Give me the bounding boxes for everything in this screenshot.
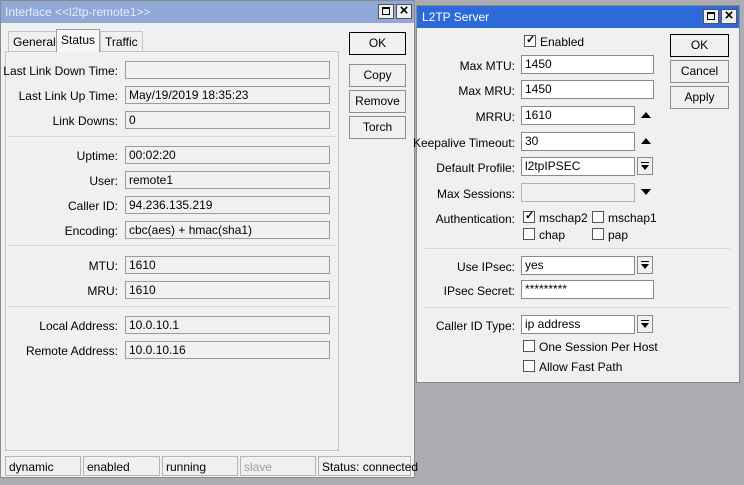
torch-button[interactable]: Torch — [349, 116, 406, 139]
mrru-input[interactable]: 1610 — [521, 106, 635, 125]
statusbar-enabled: enabled — [83, 456, 160, 476]
caller-id-field: 94.236.135.219 — [125, 196, 330, 214]
last-link-down-time-field — [125, 61, 330, 79]
close-icon: × — [724, 7, 734, 24]
maximize-icon — [707, 12, 715, 20]
enabled-label: Enabled — [540, 35, 585, 49]
dropdown-icon — [641, 162, 649, 170]
statusbar-dynamic: dynamic — [5, 456, 81, 476]
keepalive-timeout-label: Keepalive Timeout: — [412, 136, 515, 150]
keepalive-collapse-arrow-icon[interactable] — [641, 138, 651, 144]
last-link-up-time-label: Last Link Up Time: — [18, 89, 118, 103]
copy-button[interactable]: Copy — [349, 64, 406, 87]
chap-label: chap — [539, 228, 566, 242]
caller-id-type-dropdown-button[interactable] — [637, 315, 653, 333]
link-downs-field: 0 — [125, 111, 330, 129]
separator — [425, 307, 730, 308]
statusbar-slave: slave — [240, 456, 316, 476]
mschap2-label: mschap2 — [539, 211, 588, 225]
max-mru-input[interactable]: 1450 — [521, 80, 654, 99]
interface-close-button[interactable]: × — [396, 2, 412, 19]
max-mru-label: Max MRU: — [458, 84, 515, 98]
dropdown-icon — [641, 320, 649, 328]
maximize-icon — [382, 7, 390, 15]
mru-field: 1610 — [125, 281, 330, 299]
statusbar-running: running — [162, 456, 238, 476]
remote-address-label: Remote Address: — [25, 344, 118, 358]
pap-checkbox[interactable] — [592, 228, 604, 240]
separator — [8, 245, 336, 246]
max-sessions-expand-arrow-icon[interactable] — [641, 189, 651, 195]
link-downs-label: Link Downs: — [52, 114, 118, 128]
encoding-field: cbc(aes) + hmac(sha1) — [125, 221, 330, 239]
mschap1-label: mschap1 — [608, 211, 657, 225]
mrru-label: MRRU: — [475, 110, 515, 124]
ok-button[interactable]: OK — [349, 32, 406, 55]
use-ipsec-label: Use IPsec: — [456, 260, 515, 274]
last-link-up-time-field: May/19/2019 18:35:23 — [125, 86, 330, 104]
use-ipsec-select[interactable]: yes — [521, 256, 635, 275]
l2tp-server-window: L2TP Server × OK Cancel Apply Enabled Ma… — [412, 5, 740, 383]
one-session-per-host-label: One Session Per Host — [539, 340, 658, 354]
mrru-collapse-arrow-icon[interactable] — [641, 112, 651, 118]
interface-window-title: Interface <<l2tp-remote1>> — [5, 5, 151, 19]
uptime-field: 00:02:20 — [125, 146, 330, 164]
remove-button[interactable]: Remove — [349, 90, 406, 113]
l2tp-cancel-button[interactable]: Cancel — [670, 60, 729, 83]
encoding-label: Encoding: — [64, 224, 118, 238]
close-icon: × — [399, 2, 409, 19]
dropdown-icon — [641, 261, 649, 269]
caller-id-type-select[interactable]: ip address — [521, 315, 635, 334]
tab-status[interactable]: Status — [56, 29, 101, 52]
max-sessions-input[interactable] — [521, 183, 635, 202]
mtu-field: 1610 — [125, 256, 330, 274]
interface-maximize-button[interactable] — [378, 4, 394, 19]
l2tp-close-button[interactable]: × — [721, 7, 737, 24]
one-session-per-host-checkbox[interactable] — [523, 340, 535, 352]
ipsec-secret-label: IPsec Secret: — [443, 284, 515, 298]
interface-window-titlebar[interactable]: Interface <<l2tp-remote1>> — [1, 1, 414, 23]
default-profile-dropdown-button[interactable] — [637, 157, 653, 175]
l2tp-maximize-button[interactable] — [703, 9, 719, 24]
max-mtu-input[interactable]: 1450 — [521, 55, 654, 74]
interface-window: Interface <<l2tp-remote1>> × General Sta… — [0, 0, 418, 478]
caller-id-label: Caller ID: — [67, 199, 118, 213]
max-mtu-label: Max MTU: — [459, 59, 515, 73]
pap-label: pap — [608, 228, 629, 242]
mschap2-checkbox[interactable] — [523, 209, 535, 223]
remote-address-field: 10.0.10.16 — [125, 341, 330, 359]
caller-id-type-label: Caller ID Type: — [435, 319, 515, 333]
separator — [425, 248, 730, 249]
default-profile-label: Default Profile: — [436, 161, 515, 175]
l2tp-ok-button[interactable]: OK — [670, 34, 729, 57]
mtu-label: MTU: — [88, 259, 118, 273]
allow-fast-path-checkbox[interactable] — [523, 360, 535, 372]
last-link-down-time-label: Last Link Down Time: — [3, 64, 118, 78]
local-address-field: 10.0.10.1 — [125, 316, 330, 334]
l2tp-window-titlebar[interactable]: L2TP Server — [417, 6, 739, 28]
use-ipsec-dropdown-button[interactable] — [637, 256, 653, 274]
user-label: User: — [89, 174, 118, 188]
mru-label: MRU: — [87, 284, 118, 298]
separator — [8, 136, 336, 137]
l2tp-window-title: L2TP Server — [422, 10, 490, 24]
tab-traffic[interactable]: Traffic — [100, 31, 143, 51]
keepalive-timeout-input[interactable]: 30 — [521, 132, 635, 151]
local-address-label: Local Address: — [39, 319, 118, 333]
uptime-label: Uptime: — [76, 149, 118, 163]
statusbar-connection-status: Status: connected — [318, 456, 418, 476]
separator — [8, 306, 336, 307]
l2tp-apply-button[interactable]: Apply — [670, 86, 729, 109]
user-field: remote1 — [125, 171, 330, 189]
default-profile-select[interactable]: l2tpIPSEC — [521, 157, 635, 176]
tab-general[interactable]: General — [8, 31, 61, 51]
max-sessions-label: Max Sessions: — [436, 187, 515, 201]
enabled-checkbox[interactable] — [524, 33, 536, 47]
ipsec-secret-input[interactable]: ********* — [521, 280, 654, 299]
chap-checkbox[interactable] — [523, 228, 535, 240]
status-tab-panel: Last Link Down Time: Last Link Up Time: … — [3, 51, 339, 451]
authentication-label: Authentication: — [435, 212, 515, 226]
allow-fast-path-label: Allow Fast Path — [539, 360, 623, 374]
mschap1-checkbox[interactable] — [592, 211, 604, 223]
